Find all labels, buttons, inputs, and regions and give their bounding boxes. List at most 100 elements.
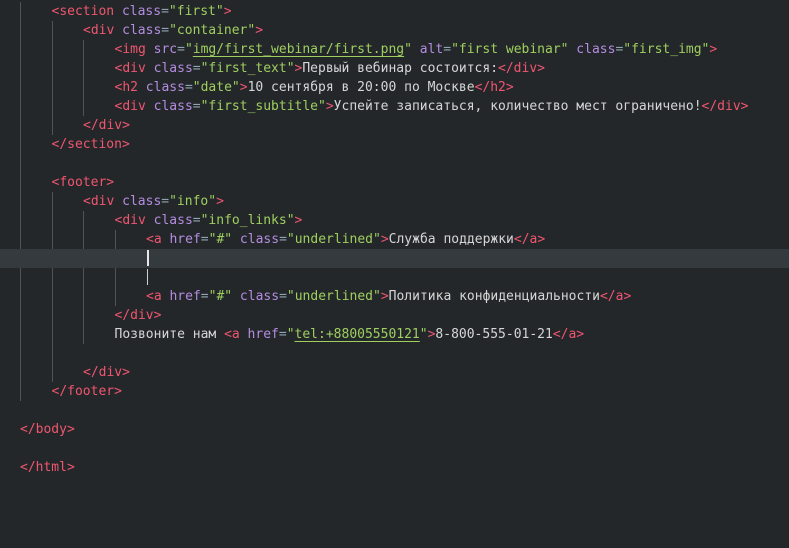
code-token: > xyxy=(709,42,718,57)
code-line[interactable]: <div class="info_links"> xyxy=(0,211,789,230)
code-line[interactable] xyxy=(0,401,789,420)
code-token: = xyxy=(443,42,452,57)
code-token: > xyxy=(325,99,334,114)
code-line[interactable] xyxy=(0,344,789,363)
code-line-content: <h2 class="date">10 сентября в 20:00 по … xyxy=(115,78,514,97)
code-line-content: </section> xyxy=(52,135,130,154)
code-line[interactable]: <div class="first_text">Первый вебинар с… xyxy=(0,59,789,78)
code-line[interactable]: <section class="first"> xyxy=(0,2,789,21)
code-token: class xyxy=(145,213,193,228)
code-token: "underlined" xyxy=(286,232,381,247)
code-token: <div xyxy=(83,23,115,38)
code-token: alt xyxy=(411,42,444,57)
code-line[interactable]: </body> xyxy=(0,420,789,439)
code-token: = xyxy=(192,99,201,114)
code-line[interactable]: </div> xyxy=(0,116,789,135)
code-token: tel:+88005550121 xyxy=(294,327,420,342)
code-token: </section> xyxy=(51,137,130,152)
code-line[interactable]: <a href="#" class="underlined">Служба по… xyxy=(0,230,789,249)
code-line[interactable]: <a href="#" class="underlined">Политика … xyxy=(0,287,789,306)
code-token: "first_subtitle" xyxy=(200,99,326,114)
code-line[interactable]: </div> xyxy=(0,306,789,325)
code-line-content: <div class="first_subtitle">Успейте запи… xyxy=(115,97,749,116)
code-token: <section xyxy=(51,4,115,19)
code-token: <div xyxy=(114,99,146,114)
code-token: = xyxy=(177,42,185,57)
code-token: = xyxy=(192,61,201,76)
code-token: </a> xyxy=(552,327,585,342)
code-token: Успейте записаться, количество мест огра… xyxy=(333,99,702,114)
code-line-content: <footer> xyxy=(52,173,115,192)
code-token: class xyxy=(137,80,185,95)
code-line[interactable]: Позвоните нам <a href="tel:+88005550121"… xyxy=(0,325,789,344)
code-line[interactable]: <img src="img/first_webinar/first.png" a… xyxy=(0,40,789,59)
code-token: </div> xyxy=(114,308,162,323)
code-line[interactable]: </section> xyxy=(0,135,789,154)
code-token: 10 сентября в 20:00 по Москве xyxy=(247,80,475,95)
code-token: href xyxy=(161,289,201,304)
code-line[interactable]: </div> xyxy=(0,363,789,382)
code-line[interactable]: <div class="first_subtitle">Успейте запи… xyxy=(0,97,789,116)
code-line[interactable]: <footer> xyxy=(0,173,789,192)
code-token: "first webinar" xyxy=(451,42,569,57)
code-token: > xyxy=(223,4,232,19)
code-token: "info" xyxy=(169,194,217,209)
code-token: </div> xyxy=(701,99,749,114)
code-token: </a> xyxy=(599,289,632,304)
code-token: class xyxy=(114,194,162,209)
code-token: <h2 xyxy=(114,80,138,95)
code-token: class xyxy=(145,99,193,114)
code-line[interactable]: <h2 class="date">10 сентября в 20:00 по … xyxy=(0,78,789,97)
code-line-content: </div> xyxy=(115,306,162,325)
code-token: > xyxy=(380,232,389,247)
code-line[interactable] xyxy=(0,268,789,287)
code-token: src xyxy=(145,42,178,57)
code-token: "#" xyxy=(208,289,233,304)
code-line-content: </div> xyxy=(83,363,130,382)
code-token: </a> xyxy=(513,232,546,247)
code-token: Политика конфиденциальности xyxy=(388,289,600,304)
code-token: </h2> xyxy=(474,80,514,95)
code-line[interactable]: </footer> xyxy=(0,382,789,401)
code-line-content: </div> xyxy=(83,116,130,135)
code-token: 8-800-555-01-21 xyxy=(435,327,553,342)
code-token: > xyxy=(216,194,224,209)
code-line-content: <div class="container"> xyxy=(83,21,263,40)
code-line[interactable] xyxy=(0,249,789,268)
code-line[interactable]: <div class="container"> xyxy=(0,21,789,40)
code-token: "underlined" xyxy=(286,289,381,304)
code-line[interactable] xyxy=(0,439,789,458)
code-line-content: <img src="img/first_webinar/first.png" a… xyxy=(115,40,718,59)
code-line[interactable] xyxy=(0,154,789,173)
code-token: = xyxy=(200,232,209,247)
code-token: <a xyxy=(146,289,162,304)
code-token: href xyxy=(239,327,279,342)
code-token: "first_text" xyxy=(200,61,295,76)
code-token: </div> xyxy=(83,118,130,133)
code-token: <div xyxy=(114,213,146,228)
code-editor[interactable]: <section class="first"> <div class="conta… xyxy=(0,0,789,548)
code-token: "date" xyxy=(192,80,240,95)
code-token: "#" xyxy=(208,232,233,247)
code-token: class xyxy=(232,232,280,247)
code-token: </div> xyxy=(83,365,130,380)
code-token: = xyxy=(278,327,287,342)
code-line[interactable]: <div class="info"> xyxy=(0,192,789,211)
code-line-content: Позвоните нам <a href="tel:+88005550121"… xyxy=(115,325,585,344)
code-token: "container" xyxy=(169,23,256,38)
code-line[interactable]: </html> xyxy=(0,458,789,477)
code-token: Первый вебинар состоится: xyxy=(302,61,499,76)
text-cursor xyxy=(147,250,149,266)
code-token: img/first_webinar/first.png xyxy=(192,42,405,57)
code-line-content: <a href="#" class="underlined">Политика … xyxy=(146,287,631,306)
code-token: </div> xyxy=(498,61,545,76)
code-token: = xyxy=(279,232,287,247)
code-line-content: <div class="first_text">Первый вебинар с… xyxy=(115,59,546,78)
code-token: = xyxy=(200,289,209,304)
code-token: href xyxy=(161,232,201,247)
code-token: " xyxy=(404,42,412,57)
code-token: </html> xyxy=(20,460,75,475)
code-token: class xyxy=(114,23,162,38)
code-token: = xyxy=(184,80,193,95)
code-token: = xyxy=(161,4,169,19)
